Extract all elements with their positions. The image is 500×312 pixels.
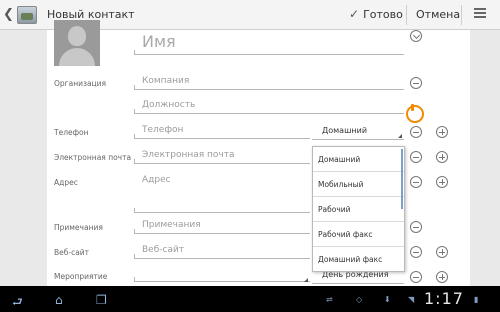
add-address-icon[interactable] bbox=[436, 176, 448, 188]
divider bbox=[461, 5, 462, 25]
clock: 1:17 bbox=[424, 289, 464, 308]
dropdown-option[interactable]: Домашний bbox=[313, 147, 404, 172]
phone-type-dropdown: Домашний Мобильный Рабочий Рабочий факс … bbox=[312, 146, 405, 272]
dropdown-option[interactable]: Рабочий факс bbox=[313, 222, 404, 247]
event-input[interactable] bbox=[134, 268, 310, 282]
address-input[interactable]: Адрес bbox=[134, 173, 310, 213]
cancel-button[interactable]: Отмена bbox=[416, 8, 460, 21]
remove-email-icon[interactable] bbox=[410, 151, 422, 163]
remove-organization-icon[interactable] bbox=[410, 77, 422, 89]
remove-event-icon[interactable] bbox=[410, 271, 422, 283]
email-label: Электронная почта bbox=[54, 153, 132, 162]
touch-cursor-icon bbox=[406, 104, 424, 123]
contact-photo-placeholder[interactable] bbox=[54, 20, 100, 66]
email-input[interactable]: Электронная почта bbox=[134, 148, 310, 164]
website-label: Веб-сайт bbox=[54, 248, 90, 257]
remove-address-icon[interactable] bbox=[410, 176, 422, 188]
event-type-select[interactable]: День рождения bbox=[304, 270, 404, 284]
phone-label: Телефон bbox=[54, 128, 89, 137]
position-input[interactable]: Должность bbox=[134, 98, 404, 114]
contacts-app-icon[interactable] bbox=[17, 6, 37, 24]
dropdown-option[interactable]: Рабочий bbox=[313, 197, 404, 222]
phone-type-select[interactable]: Домашний bbox=[312, 126, 404, 140]
wifi-icon: ◥ bbox=[408, 295, 415, 304]
website-input[interactable]: Веб-сайт bbox=[134, 243, 310, 259]
remove-phone-icon[interactable] bbox=[410, 126, 422, 138]
system-bar: ⮐ ⌂ ❐ ⇌ ◇ ⬇ ◥ 1:17 ▮ bbox=[0, 286, 500, 312]
event-label: Мероприятие bbox=[54, 272, 108, 281]
dropdown-option[interactable]: Домашний факс bbox=[313, 247, 404, 272]
phone-type-value: Домашний bbox=[322, 126, 368, 135]
download-icon: ⬇ bbox=[384, 295, 391, 304]
name-input[interactable]: Имя bbox=[134, 31, 404, 55]
remove-notes-icon[interactable] bbox=[410, 221, 422, 233]
divider bbox=[406, 5, 407, 25]
overflow-menu-icon[interactable] bbox=[474, 8, 486, 20]
dropdown-scrollbar[interactable] bbox=[401, 149, 403, 209]
done-button[interactable]: ✓ Готово bbox=[349, 7, 403, 21]
sync-icon: ◇ bbox=[356, 295, 363, 304]
back-nav-icon[interactable]: ⮐ bbox=[12, 293, 23, 312]
address-label: Адрес bbox=[54, 178, 78, 187]
add-website-icon[interactable] bbox=[436, 246, 448, 258]
home-nav-icon[interactable]: ⌂ bbox=[55, 293, 63, 307]
usb-icon: ⇌ bbox=[326, 295, 333, 304]
company-input[interactable]: Компания bbox=[134, 74, 404, 90]
battery-icon: ▮ bbox=[474, 295, 479, 304]
done-label: Готово bbox=[363, 8, 403, 21]
dropdown-option[interactable]: Мобильный bbox=[313, 172, 404, 197]
organization-label: Организация bbox=[54, 79, 107, 88]
add-event-icon[interactable] bbox=[436, 271, 448, 283]
expand-name-icon[interactable] bbox=[410, 30, 422, 42]
remove-website-icon[interactable] bbox=[410, 246, 422, 258]
check-icon: ✓ bbox=[349, 7, 360, 21]
add-phone-icon[interactable] bbox=[436, 126, 448, 138]
notes-input[interactable]: Примечания bbox=[134, 218, 310, 234]
notes-label: Примечания bbox=[54, 223, 103, 232]
phone-input[interactable]: Телефон bbox=[134, 123, 310, 139]
recent-apps-icon[interactable]: ❐ bbox=[96, 293, 107, 307]
chevron-left-icon[interactable]: ❮ bbox=[3, 7, 14, 22]
add-email-icon[interactable] bbox=[436, 151, 448, 163]
